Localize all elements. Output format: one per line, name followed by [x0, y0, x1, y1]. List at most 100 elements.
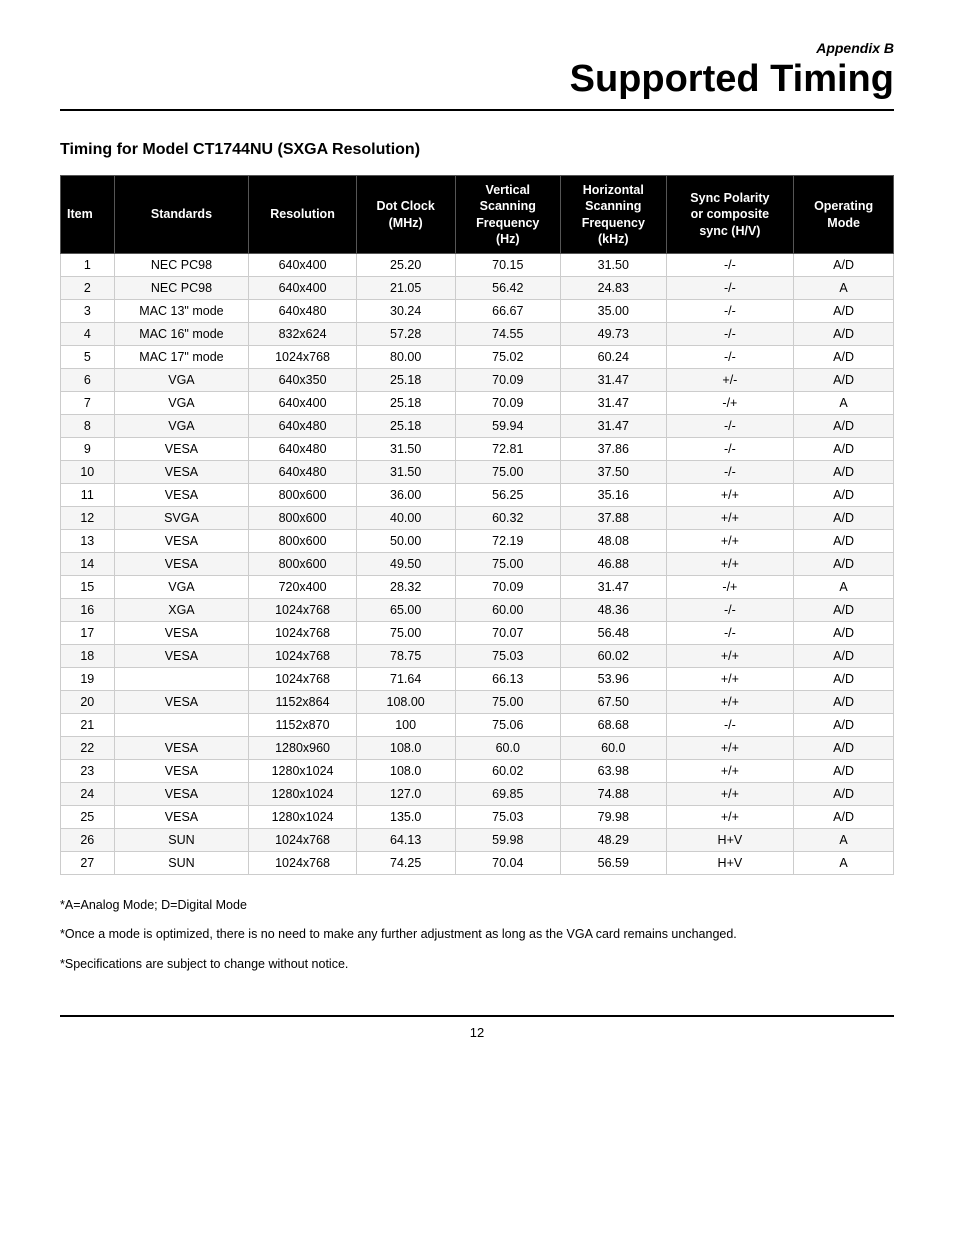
table-cell: VESA — [114, 806, 249, 829]
table-cell: 24.83 — [561, 277, 667, 300]
table-cell: 800x600 — [249, 530, 356, 553]
table-cell: +/+ — [666, 530, 794, 553]
table-cell: +/+ — [666, 691, 794, 714]
table-cell: +/+ — [666, 507, 794, 530]
table-cell: A/D — [794, 760, 894, 783]
table-cell: 40.00 — [356, 507, 455, 530]
table-cell: 13 — [61, 530, 115, 553]
table-cell: 1024x768 — [249, 599, 356, 622]
table-cell: +/+ — [666, 806, 794, 829]
table-cell: A/D — [794, 645, 894, 668]
table-row: 13VESA800x60050.0072.1948.08+/+A/D — [61, 530, 894, 553]
table-cell: 70.04 — [455, 852, 561, 875]
table-cell: -/- — [666, 599, 794, 622]
table-cell: +/+ — [666, 553, 794, 576]
table-cell: 19 — [61, 668, 115, 691]
table-cell: 37.88 — [561, 507, 667, 530]
table-cell: -/- — [666, 300, 794, 323]
table-row: 10VESA640x48031.5075.0037.50-/-A/D — [61, 461, 894, 484]
table-cell: 74.25 — [356, 852, 455, 875]
table-row: 6VGA640x35025.1870.0931.47+/-A/D — [61, 369, 894, 392]
table-cell: 57.28 — [356, 323, 455, 346]
table-cell: VESA — [114, 461, 249, 484]
table-cell: 17 — [61, 622, 115, 645]
table-cell: 74.88 — [561, 783, 667, 806]
table-cell: VGA — [114, 415, 249, 438]
table-cell: 1024x768 — [249, 852, 356, 875]
table-cell: 48.29 — [561, 829, 667, 852]
table-cell: VESA — [114, 530, 249, 553]
footnote-3: *Specifications are subject to change wi… — [60, 954, 894, 975]
table-cell: 25.18 — [356, 415, 455, 438]
table-cell — [114, 668, 249, 691]
table-cell: 640x400 — [249, 277, 356, 300]
footnotes: *A=Analog Mode; D=Digital Mode *Once a m… — [60, 895, 894, 975]
table-cell: VESA — [114, 783, 249, 806]
table-cell: VGA — [114, 369, 249, 392]
table-cell: 640x480 — [249, 438, 356, 461]
table-cell: 31.47 — [561, 576, 667, 599]
table-cell: 68.68 — [561, 714, 667, 737]
table-cell: 70.09 — [455, 392, 561, 415]
table-cell: 100 — [356, 714, 455, 737]
table-cell: +/+ — [666, 760, 794, 783]
table-row: 12SVGA800x60040.0060.3237.88+/+A/D — [61, 507, 894, 530]
table-cell: 75.00 — [455, 553, 561, 576]
table-cell: 1280x1024 — [249, 806, 356, 829]
table-cell: 67.50 — [561, 691, 667, 714]
table-cell: A/D — [794, 438, 894, 461]
table-cell: NEC PC98 — [114, 277, 249, 300]
table-cell: VESA — [114, 484, 249, 507]
table-cell: 800x600 — [249, 553, 356, 576]
table-row: 25VESA1280x1024135.075.0379.98+/+A/D — [61, 806, 894, 829]
table-cell: 24 — [61, 783, 115, 806]
table-cell: 37.86 — [561, 438, 667, 461]
col-header-operating: OperatingMode — [794, 176, 894, 254]
table-cell: A/D — [794, 668, 894, 691]
table-cell: 60.00 — [455, 599, 561, 622]
table-cell: 75.03 — [455, 806, 561, 829]
table-cell: 1024x768 — [249, 645, 356, 668]
table-cell: 22 — [61, 737, 115, 760]
table-cell: 70.07 — [455, 622, 561, 645]
table-cell: MAC 13" mode — [114, 300, 249, 323]
table-cell: 48.36 — [561, 599, 667, 622]
table-cell: 640x480 — [249, 461, 356, 484]
col-header-resolution: Resolution — [249, 176, 356, 254]
footnote-2: *Once a mode is optimized, there is no n… — [60, 924, 894, 945]
table-cell: 11 — [61, 484, 115, 507]
table-cell: +/+ — [666, 668, 794, 691]
table-cell: 75.00 — [455, 691, 561, 714]
table-cell: A/D — [794, 300, 894, 323]
table-cell: -/- — [666, 714, 794, 737]
table-cell: 800x600 — [249, 484, 356, 507]
table-cell: +/- — [666, 369, 794, 392]
table-cell: 640x400 — [249, 254, 356, 277]
table-cell: 71.64 — [356, 668, 455, 691]
table-cell: 49.73 — [561, 323, 667, 346]
table-cell: 135.0 — [356, 806, 455, 829]
table-row: 14VESA800x60049.5075.0046.88+/+A/D — [61, 553, 894, 576]
col-header-standards: Standards — [114, 176, 249, 254]
table-row: 211152x87010075.0668.68-/-A/D — [61, 714, 894, 737]
table-row: 8VGA640x48025.1859.9431.47-/-A/D — [61, 415, 894, 438]
table-cell: 30.24 — [356, 300, 455, 323]
col-header-dotclock: Dot Clock(MHz) — [356, 176, 455, 254]
table-cell: 60.0 — [455, 737, 561, 760]
col-header-vertical: VerticalScanningFrequency(Hz) — [455, 176, 561, 254]
table-cell: 48.08 — [561, 530, 667, 553]
table-cell: 108.00 — [356, 691, 455, 714]
col-header-horizontal: HorizontalScanningFrequency(kHz) — [561, 176, 667, 254]
table-cell: A/D — [794, 553, 894, 576]
table-cell: 1152x870 — [249, 714, 356, 737]
table-cell: 108.0 — [356, 737, 455, 760]
table-row: 15VGA720x40028.3270.0931.47-/+A — [61, 576, 894, 599]
table-cell: 75.00 — [455, 461, 561, 484]
table-cell: -/- — [666, 415, 794, 438]
table-cell: 20 — [61, 691, 115, 714]
table-row: 5MAC 17" mode1024x76880.0075.0260.24-/-A… — [61, 346, 894, 369]
table-row: 23VESA1280x1024108.060.0263.98+/+A/D — [61, 760, 894, 783]
table-cell: 50.00 — [356, 530, 455, 553]
table-cell: -/- — [666, 346, 794, 369]
table-cell: A/D — [794, 691, 894, 714]
